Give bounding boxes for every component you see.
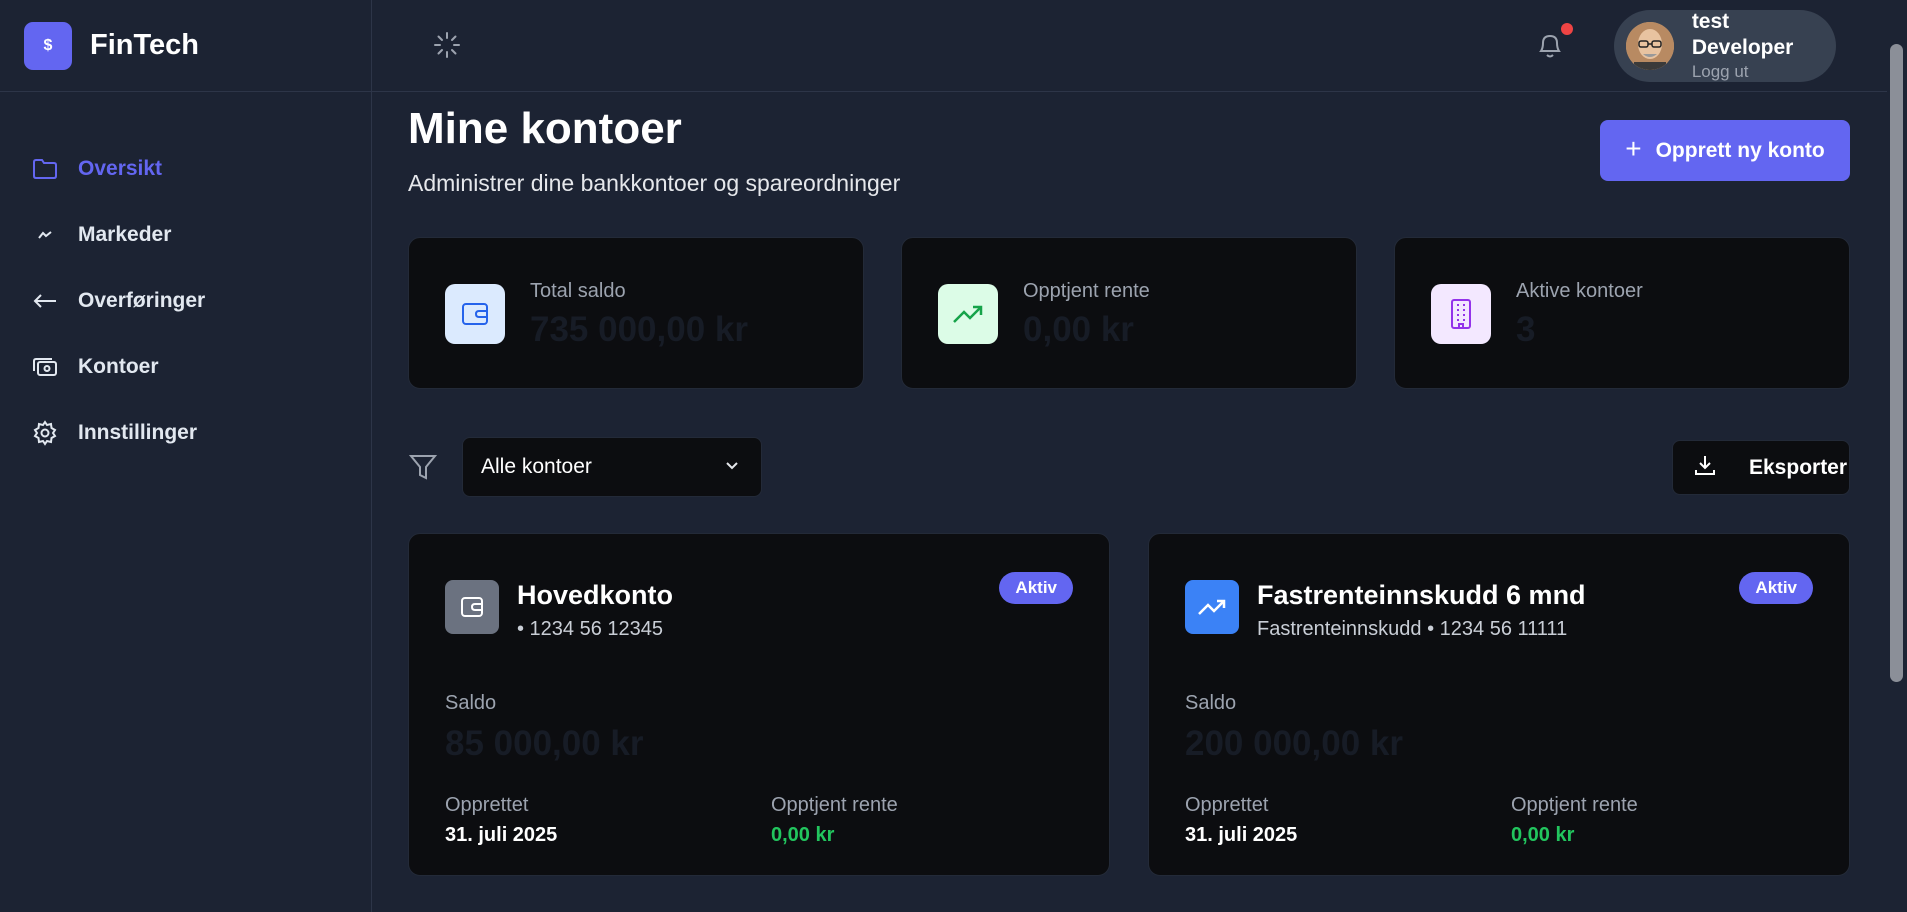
page-subtitle: Administrer dine bankkontoer og spareord… [408,170,901,196]
logout-link[interactable]: Logg ut [1692,61,1836,83]
download-icon [1693,453,1717,482]
interest-label: Opptjent rente [1511,794,1638,816]
filter-icon [408,452,438,482]
sidebar-item-overforinger[interactable]: Overføringer [0,268,372,334]
brand-logo: $ [24,21,72,70]
sidebar-item-label: Kontoer [78,355,159,378]
balance-label: Saldo [1185,692,1237,714]
created-value: 31. juli 2025 [445,824,558,846]
sidebar-item-label: Oversikt [78,157,163,180]
avatar [1626,22,1674,70]
sidebar-item-markeder[interactable]: Markeder [0,202,372,268]
notification-dot [1561,23,1573,35]
account-name: Hovedkonto [517,580,674,610]
brand-name: FinTech [90,29,200,61]
user-info: test Developer Logg ut [1692,9,1836,83]
balance-label: Saldo [445,692,497,714]
wallet-icon [445,284,505,344]
account-filter-value: Alle kontoer [481,455,592,478]
sidebar-item-oversikt[interactable]: Oversikt [0,136,372,202]
topbar: test Developer Logg ut [372,0,1907,92]
folder-icon [30,154,60,184]
sidebar: $ FinTech Oversikt Markeder Overføringer [0,0,372,912]
plus-icon: + [1625,133,1642,164]
account-card[interactable]: Hovedkonto • 1234 56 12345 Aktiv Saldo 8… [408,533,1110,876]
create-account-label: Opprett ny konto [1655,138,1825,162]
gear-icon [30,418,60,448]
main-content: Mine kontoer Administrer dine bankkontoe… [372,92,1887,912]
stat-card-earned-interest: Opptjent rente 0,00 kr [901,237,1357,389]
bell-icon[interactable] [1535,29,1565,61]
chevron-down-icon [723,456,741,480]
interest-value: 0,00 kr [1511,824,1575,846]
status-badge: Aktiv [1739,572,1813,604]
created-value: 31. juli 2025 [1185,824,1298,846]
sidebar-item-label: Markeder [78,223,172,246]
sidebar-item-label: Overføringer [78,289,206,312]
stat-label: Total saldo [530,280,626,302]
sidebar-item-kontoer[interactable]: Kontoer [0,334,372,400]
scrollbar[interactable] [1887,0,1907,912]
wallet-icon [445,580,499,634]
brand[interactable]: $ FinTech [0,0,371,92]
account-filter-select[interactable]: Alle kontoer [462,437,762,497]
loading-spinner-icon [432,30,462,60]
account-number: Fastrenteinnskudd • 1234 56 11111 [1257,618,1568,640]
status-badge: Aktiv [999,572,1073,604]
account-name: Fastrenteinnskudd 6 mnd [1257,580,1586,610]
stat-card-active-accounts: Aktive kontoer 3 [1394,237,1850,389]
created-label: Opprettet [445,794,529,816]
user-name: test Developer [1691,10,1794,59]
interest-label: Opptjent rente [771,794,898,816]
export-label: Eksporter [1749,455,1848,479]
trending-up-icon [1185,580,1239,634]
arrow-left-icon [30,286,60,316]
export-button[interactable]: Eksporter [1672,440,1850,495]
sidebar-item-label: Innstillinger [78,421,198,444]
stat-value: 0,00 kr [1023,310,1134,349]
sidebar-item-innstillinger[interactable]: Innstillinger [0,400,372,466]
interest-value: 0,00 kr [771,824,835,846]
scrollbar-thumb[interactable] [1890,44,1903,682]
stat-value: 3 [1516,310,1536,349]
stat-label: Aktive kontoer [1516,280,1643,302]
trend-icon [30,220,60,250]
user-menu[interactable]: test Developer Logg ut [1614,10,1836,82]
created-label: Opprettet [1185,794,1269,816]
trending-up-icon [938,284,998,344]
account-card[interactable]: Fastrenteinnskudd 6 mnd Fastrenteinnskud… [1148,533,1850,876]
sidebar-nav: Oversikt Markeder Overføringer Kontoer I… [0,136,372,466]
account-number: • 1234 56 12345 [517,618,664,640]
stat-value: 735 000,00 kr [530,310,748,349]
building-icon [1431,284,1491,344]
stat-card-total-balance: Total saldo 735 000,00 kr [408,237,864,389]
balance-value: 200 000,00 kr [1185,724,1403,763]
cards-icon [30,352,60,382]
stat-label: Opptjent rente [1023,280,1150,302]
page-title: Mine kontoer [408,104,682,153]
balance-value: 85 000,00 kr [445,724,644,763]
create-account-button[interactable]: + Opprett ny konto [1600,120,1850,181]
